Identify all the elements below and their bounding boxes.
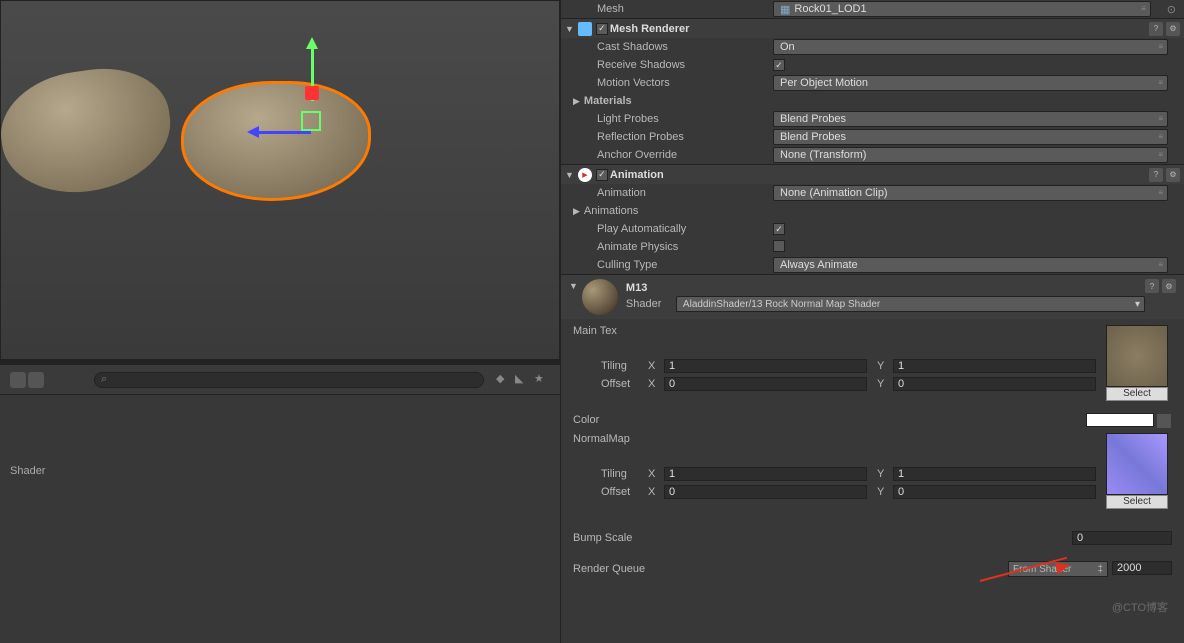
rock-mesh-1: [0, 60, 179, 202]
maintex-offset-y[interactable]: [893, 377, 1096, 391]
bump-scale-input[interactable]: [1072, 531, 1172, 545]
foldout-icon[interactable]: ▼: [565, 24, 574, 34]
maintex-tiling-x[interactable]: [664, 359, 867, 373]
normalmap-offset-y[interactable]: [893, 485, 1096, 499]
normalmap-select-button[interactable]: Select: [1106, 495, 1168, 509]
animation-icon: ▶: [578, 168, 592, 182]
maintex-texture-slot[interactable]: [1106, 325, 1168, 387]
console-search-input[interactable]: ⌕: [94, 372, 484, 388]
gear-icon[interactable]: ⚙: [1166, 168, 1180, 182]
maintex-tiling-y[interactable]: [893, 359, 1096, 373]
x-axis-arrow[interactable]: [251, 131, 311, 134]
animation-header[interactable]: ▼ ▶ Animation ? ⚙: [561, 164, 1184, 184]
inspector-panel: Mesh ▦Rock01_LOD1 ⊙ ▼ Mesh Renderer ? ⚙ …: [560, 0, 1184, 643]
light-probes-dropdown[interactable]: Blend Probes: [773, 111, 1168, 127]
animate-physics-checkbox[interactable]: [773, 240, 785, 252]
maintex-select-button[interactable]: Select: [1106, 387, 1168, 401]
search-icon: ⌕: [101, 373, 107, 386]
reflection-probes-dropdown[interactable]: Blend Probes: [773, 129, 1168, 145]
shader-dropdown[interactable]: AladdinShader/13 Rock Normal Map Shader: [676, 296, 1145, 312]
shader-asset-label[interactable]: Shader: [10, 465, 550, 477]
filter-icon-2[interactable]: ◣: [515, 372, 531, 388]
material-header[interactable]: ▼ M13 Shader AladdinShader/13 Rock Norma…: [561, 274, 1184, 319]
mesh-renderer-icon: [578, 22, 592, 36]
gear-icon[interactable]: ⚙: [1162, 279, 1176, 293]
bump-scale-label: Bump Scale: [573, 532, 773, 544]
filter-icon-3[interactable]: ★: [534, 372, 550, 388]
foldout-icon[interactable]: ▼: [565, 170, 574, 180]
mesh-renderer-header[interactable]: ▼ Mesh Renderer ? ⚙: [561, 18, 1184, 38]
color-label: Color: [573, 414, 1086, 426]
material-preview-sphere: [582, 279, 618, 315]
scene-viewport[interactable]: [0, 0, 560, 360]
maintex-label: Main Tex: [573, 325, 1106, 337]
culling-type-dropdown[interactable]: Always Animate: [773, 257, 1168, 273]
mesh-picker-icon[interactable]: ⊙: [1167, 3, 1176, 16]
console-body: Shader: [0, 395, 560, 643]
help-icon[interactable]: ?: [1145, 279, 1159, 293]
receive-shadows-checkbox[interactable]: [773, 59, 785, 71]
render-queue-dropdown[interactable]: From Shader: [1008, 561, 1108, 577]
color-field[interactable]: [1086, 413, 1154, 427]
normalmap-tiling-y[interactable]: [893, 467, 1096, 481]
mesh-field[interactable]: ▦Rock01_LOD1: [773, 1, 1151, 17]
normalmap-offset-x[interactable]: [664, 485, 867, 499]
maintex-offset-x[interactable]: [664, 377, 867, 391]
mesh-renderer-enable-checkbox[interactable]: [596, 23, 608, 35]
normalmap-label: NormalMap: [573, 433, 1106, 445]
foldout-icon[interactable]: ▶: [573, 96, 580, 107]
normalmap-tiling-x[interactable]: [664, 467, 867, 481]
foldout-icon[interactable]: ▼: [569, 281, 578, 291]
play-auto-checkbox[interactable]: [773, 223, 785, 235]
help-icon[interactable]: ?: [1149, 22, 1163, 36]
rock-mesh-2-selected[interactable]: [181, 81, 371, 201]
render-queue-input[interactable]: [1112, 561, 1172, 575]
help-icon[interactable]: ?: [1149, 168, 1163, 182]
render-queue-label: Render Queue: [573, 563, 773, 575]
animation-clip-field[interactable]: None (Animation Clip): [773, 185, 1168, 201]
cast-shadows-dropdown[interactable]: On: [773, 39, 1168, 55]
filter-icon-1[interactable]: ◆: [496, 372, 512, 388]
gizmo-handle[interactable]: [305, 86, 319, 100]
console-toolbar: ⌕ ◆ ◣ ★: [0, 365, 560, 395]
anchor-override-dropdown[interactable]: None (Transform): [773, 147, 1168, 163]
motion-vectors-dropdown[interactable]: Per Object Motion: [773, 75, 1168, 91]
console-clear-icon[interactable]: [10, 372, 26, 388]
normalmap-texture-slot[interactable]: [1106, 433, 1168, 495]
mesh-label: Mesh: [573, 3, 773, 15]
foldout-icon[interactable]: ▶: [573, 206, 580, 217]
console-collapse-icon[interactable]: [28, 372, 44, 388]
gizmo-cube[interactable]: [301, 111, 321, 131]
gear-icon[interactable]: ⚙: [1166, 22, 1180, 36]
animation-enable-checkbox[interactable]: [596, 169, 608, 181]
